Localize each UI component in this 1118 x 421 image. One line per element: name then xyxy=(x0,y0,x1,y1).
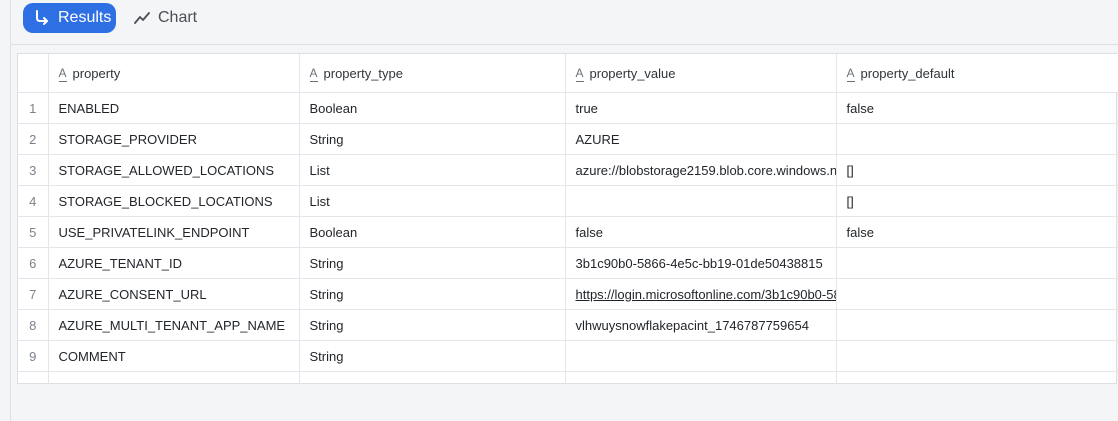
cell-property-type[interactable]: List xyxy=(299,154,566,186)
chart-button-label: Chart xyxy=(158,9,198,26)
cell-property-type[interactable]: String xyxy=(299,309,566,341)
cell-property-default[interactable]: [] xyxy=(836,154,1118,186)
column-header-label: property xyxy=(72,65,121,81)
cell-property[interactable]: USE_PRIVATELINK_ENDPOINT xyxy=(48,216,300,248)
results-button-label: Results xyxy=(58,9,112,26)
empty-cell xyxy=(565,371,837,384)
cell-property[interactable]: AZURE_CONSENT_URL xyxy=(48,278,300,310)
text-type-icon: A xyxy=(309,66,318,82)
cell-property-value[interactable]: true xyxy=(565,92,837,124)
column-header-label: property_type xyxy=(323,65,404,81)
header-row: Aproperty Aproperty_type Aproperty_value… xyxy=(18,54,1118,93)
cell-property-value[interactable] xyxy=(565,340,837,372)
cell-property-default[interactable] xyxy=(836,278,1118,310)
table-row[interactable]: 9 COMMENT String xyxy=(18,340,1118,372)
row-number: 1 xyxy=(18,92,49,124)
column-header-property-value[interactable]: Aproperty_value xyxy=(565,54,837,93)
empty-cell xyxy=(299,371,566,384)
chart-button[interactable]: Chart xyxy=(134,3,197,33)
column-header-label: property_value xyxy=(589,65,676,81)
row-number: 9 xyxy=(18,340,49,372)
results-grid: Aproperty Aproperty_type Aproperty_value… xyxy=(17,53,1118,384)
cell-property-value[interactable]: AZURE xyxy=(565,123,837,155)
table-row[interactable]: 2 STORAGE_PROVIDER String AZURE xyxy=(18,123,1118,155)
cell-property-default[interactable]: false xyxy=(836,92,1118,124)
row-number: 7 xyxy=(18,278,49,310)
cell-property[interactable]: STORAGE_ALLOWED_LOCATIONS xyxy=(48,154,300,186)
line-chart-icon xyxy=(134,12,150,24)
cell-property-value[interactable]: 3b1c90b0-5866-4e5c-bb19-01de50438815 xyxy=(565,247,837,279)
cell-property-type[interactable]: String xyxy=(299,123,566,155)
cell-property[interactable]: STORAGE_BLOCKED_LOCATIONS xyxy=(48,185,300,217)
cell-property-default[interactable] xyxy=(836,247,1118,279)
text-type-icon: A xyxy=(846,66,855,82)
row-number: 8 xyxy=(18,309,49,341)
cell-property-default[interactable]: [] xyxy=(836,185,1118,217)
cell-property-type[interactable]: String xyxy=(299,340,566,372)
cell-property-value[interactable] xyxy=(565,185,837,217)
cell-property-value[interactable]: false xyxy=(565,216,837,248)
results-button[interactable]: Results xyxy=(23,3,116,33)
empty-cell xyxy=(18,371,49,384)
cell-property-default[interactable]: false xyxy=(836,216,1118,248)
row-number: 3 xyxy=(18,154,49,186)
row-number: 6 xyxy=(18,247,49,279)
consent-url-link[interactable]: https://login.microsoftonline.com/3b1c90… xyxy=(576,287,836,302)
column-header-property-type[interactable]: Aproperty_type xyxy=(299,54,566,93)
cell-property[interactable]: AZURE_TENANT_ID xyxy=(48,247,300,279)
empty-row xyxy=(18,371,1118,384)
cell-property[interactable]: COMMENT xyxy=(48,340,300,372)
column-header-label: property_default xyxy=(860,65,955,81)
table-row[interactable]: 8 AZURE_MULTI_TENANT_APP_NAME String vlh… xyxy=(18,309,1118,341)
table-row[interactable]: 6 AZURE_TENANT_ID String 3b1c90b0-5866-4… xyxy=(18,247,1118,279)
cell-property-value[interactable]: https://login.microsoftonline.com/3b1c90… xyxy=(565,278,837,310)
cell-property-type[interactable]: List xyxy=(299,185,566,217)
row-number: 2 xyxy=(18,123,49,155)
empty-cell xyxy=(836,371,1118,384)
text-type-icon: A xyxy=(575,66,584,82)
cell-property-value[interactable]: vlhwuysnowflakepacint_1746787759654 xyxy=(565,309,837,341)
cell-property-type[interactable]: Boolean xyxy=(299,216,566,248)
row-number-header xyxy=(18,54,49,93)
cell-property-default[interactable] xyxy=(836,309,1118,341)
column-header-property[interactable]: Aproperty xyxy=(48,54,300,93)
text-type-icon: A xyxy=(58,66,67,82)
cell-property-value[interactable]: azure://blobstorage2159.blob.core.window… xyxy=(565,154,837,186)
row-number: 5 xyxy=(18,216,49,248)
table-row[interactable]: 3 STORAGE_ALLOWED_LOCATIONS List azure:/… xyxy=(18,154,1118,186)
table-row[interactable]: 1 ENABLED Boolean true false xyxy=(18,92,1118,124)
table-row[interactable]: 5 USE_PRIVATELINK_ENDPOINT Boolean false… xyxy=(18,216,1118,248)
cell-property[interactable]: AZURE_MULTI_TENANT_APP_NAME xyxy=(48,309,300,341)
return-arrow-icon xyxy=(36,10,48,25)
cell-property-default[interactable] xyxy=(836,123,1118,155)
cell-property-default[interactable] xyxy=(836,340,1118,372)
results-table: Aproperty Aproperty_type Aproperty_value… xyxy=(18,54,1118,384)
cell-property-type[interactable]: String xyxy=(299,247,566,279)
table-row[interactable]: 7 AZURE_CONSENT_URL String https://login… xyxy=(18,278,1118,310)
cell-property[interactable]: ENABLED xyxy=(48,92,300,124)
cell-property-type[interactable]: String xyxy=(299,278,566,310)
cell-property[interactable]: STORAGE_PROVIDER xyxy=(48,123,300,155)
panel-left-border xyxy=(10,0,11,421)
table-row[interactable]: 4 STORAGE_BLOCKED_LOCATIONS List [] xyxy=(18,185,1118,217)
column-header-property-default[interactable]: Aproperty_default xyxy=(836,54,1118,93)
cell-property-type[interactable]: Boolean xyxy=(299,92,566,124)
row-number: 4 xyxy=(18,185,49,217)
empty-cell xyxy=(48,371,300,384)
